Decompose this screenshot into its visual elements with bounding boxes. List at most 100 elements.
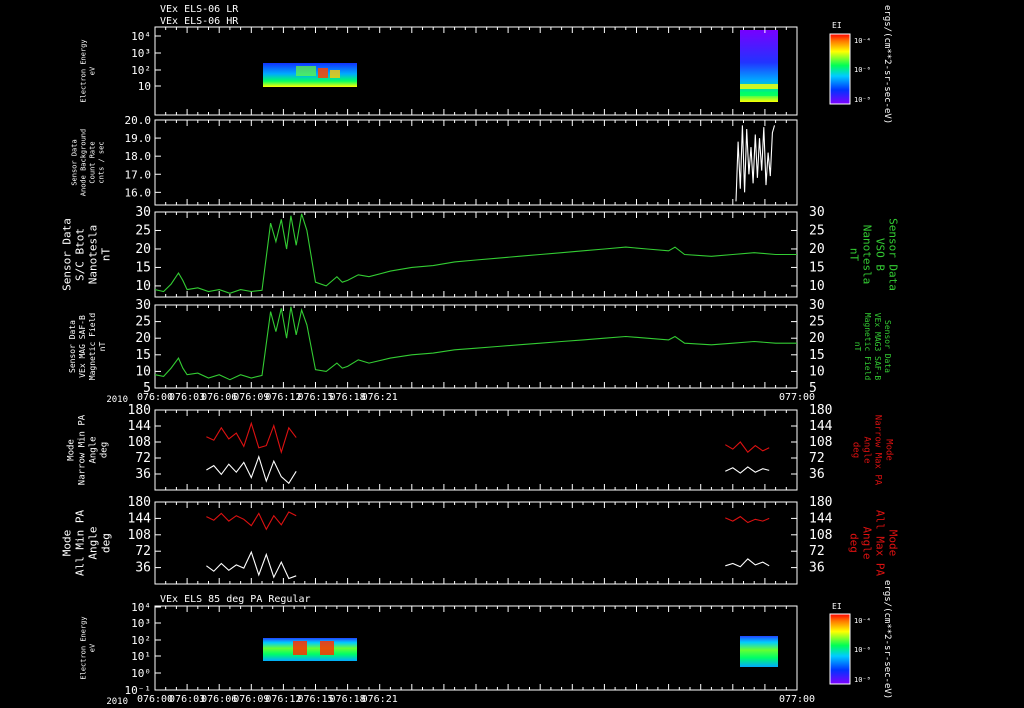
pa-all-ytick-right-label-1: 72 xyxy=(809,544,825,559)
bmag-sc-ylabel-line-2: Nanotesla xyxy=(87,225,100,285)
pa-all-ytick-right-label-4: 180 xyxy=(809,495,832,510)
x-tick-label-bottom-4: 076:12 xyxy=(265,694,301,705)
x-tick-label-bottom-7: 076:21 xyxy=(362,694,398,705)
bmag-saf-ytick-label-4: 25 xyxy=(135,315,151,330)
bmag-sc-ylabel-line-1: S/C Btot xyxy=(74,228,87,281)
colorbar-bottom-tick-1: 10⁻⁶ xyxy=(854,646,871,654)
pa-all-ylabel-right-line-0: Mode xyxy=(887,530,900,557)
electron-energy-bottom-ylabel-line-0: Electron Energy xyxy=(80,616,88,679)
pa-narrow-ytick-label-4: 180 xyxy=(128,403,151,418)
x-tick-label-mid-7: 076:21 xyxy=(362,392,398,403)
spectrogram-bottom-block-1 xyxy=(740,636,778,667)
pa-narrow-ylabel-right-line-3: deg xyxy=(851,442,861,458)
pa-narrow-ylabel-line-3: deg xyxy=(100,442,110,458)
pa-narrow-ytick-label-1: 72 xyxy=(135,451,151,466)
pa-all-series-0 xyxy=(206,511,297,531)
bmag-saf-ytick-label-2: 15 xyxy=(135,348,151,363)
colorbar-top-tick-0: 10⁻⁴ xyxy=(854,37,871,45)
bmag-saf-ylabel-line-1: VEx MAG SAF-B xyxy=(78,315,87,378)
pa-narrow-ytick-label-3: 144 xyxy=(128,419,152,434)
instrument-title-hr: VEx ELS-06 HR xyxy=(160,16,239,27)
electron-energy-top-frame xyxy=(154,26,798,116)
colorbar-top: EI 10⁻⁴ 10⁻⁶ 10⁻⁸ xyxy=(829,21,871,105)
bmag-sc-ylabel-right-line-0: Sensor Data xyxy=(887,218,900,291)
x-tick-label-bottom-5: 076:15 xyxy=(297,694,333,705)
anode-background-frame xyxy=(154,119,798,206)
x-tick-label-bottom-2: 076:06 xyxy=(201,694,237,705)
bmag-saf-ylabel-right-line-3: nT xyxy=(853,342,862,352)
bmag-saf-ylabel-line-2: Magnetic Field xyxy=(88,313,97,381)
anode-background-ytick-label-3: 19.0 xyxy=(125,132,152,145)
pa-all-ytick-label-1: 72 xyxy=(135,544,151,559)
bmag-saf-ytick-right-label-1: 10 xyxy=(809,364,825,379)
electron-energy-bottom-frame xyxy=(154,605,798,691)
x-tick-label-mid-8: 077:00 xyxy=(779,392,815,403)
x-tick-label-bottom-3: 076:09 xyxy=(233,694,269,705)
pa-all-series-2 xyxy=(725,515,770,524)
pa-all-ylabel-right-line-3: deg xyxy=(848,533,861,553)
pa-all-frame xyxy=(154,501,798,585)
pa-all-ytick-label-3: 144 xyxy=(128,511,152,526)
pa-narrow-ylabel-right-line-2: Angle xyxy=(862,436,872,463)
bmag-sc-ytick-label-1: 15 xyxy=(135,260,151,275)
year-label-bottom: 2010 xyxy=(106,697,128,707)
x-tick-label-bottom-6: 076:18 xyxy=(330,694,366,705)
electron-energy-bottom-ylabel-line-1: eV xyxy=(89,643,97,652)
bmag-saf-ytick-label-1: 10 xyxy=(135,364,151,379)
pa-narrow-series-3 xyxy=(725,466,770,474)
bmag-sc-ylabel-right-line-1: VSO B xyxy=(874,238,887,271)
x-tick-label-mid-4: 076:12 xyxy=(265,392,301,403)
bmag-sc-ytick-label-4: 30 xyxy=(135,205,151,220)
anode-background-ylabel-line-0: Sensor Data xyxy=(71,139,79,185)
colorbar-top-label: EI xyxy=(832,21,842,30)
bmag-sc-ytick-label-3: 25 xyxy=(135,223,151,238)
bmag-sc-series-0 xyxy=(154,213,797,294)
pa-narrow-ylabel-line-2: Angle xyxy=(89,436,99,463)
bmag-saf-ylabel-line-0: Sensor Data xyxy=(68,320,77,373)
bmag-sc-ylabel-line-3: nT xyxy=(100,248,113,262)
colorbar-bottom-label: EI xyxy=(832,602,842,611)
pa-all-ytick-right-label-0: 36 xyxy=(809,561,825,576)
anode-background-ytick-label-1: 17.0 xyxy=(125,168,152,181)
bmag-sc-ytick-label-2: 20 xyxy=(135,242,151,257)
bmag-sc-frame xyxy=(154,211,798,298)
anode-background-ytick-label-4: 20.0 xyxy=(125,114,152,127)
x-tick-label-mid-6: 076:18 xyxy=(330,392,366,403)
bmag-saf-ylabel-right-line-0: Sensor Data xyxy=(883,320,892,373)
electron-energy-top-ylabel-line-0: Electron Energy xyxy=(80,39,88,102)
spectrogram-bottom-blocks xyxy=(263,636,778,667)
bmag-saf-ytick-label-5: 30 xyxy=(135,298,151,313)
pa-all-ytick-label-0: 36 xyxy=(135,561,151,576)
pa-narrow-ytick-right-label-4: 180 xyxy=(809,403,832,418)
pa-all-ylabel-right-line-1: All Max PA xyxy=(874,510,887,577)
anode-background-ylabel-line-2: Count Rate xyxy=(89,141,97,183)
bmag-sc-ytick-right-label-0: 10 xyxy=(809,279,825,294)
pa-all-series-1 xyxy=(206,550,297,580)
pa-narrow-ytick-right-label-3: 144 xyxy=(809,419,833,434)
electron-energy-bottom-ytick-label-1: 10⁰ xyxy=(131,667,151,680)
x-tick-label-mid-3: 076:09 xyxy=(233,392,269,403)
bmag-sc-ylabel-line-0: Sensor Data xyxy=(61,218,74,291)
bmag-sc-ytick-right-label-3: 25 xyxy=(809,223,825,238)
pa-all-series-3 xyxy=(725,558,770,568)
bmag-saf-frame xyxy=(154,304,798,389)
x-tick-label-bottom-0: 076:00 xyxy=(137,694,173,705)
bmag-saf-ytick-right-label-5: 30 xyxy=(809,298,825,313)
colorbar-bottom-tick-2: 10⁻⁸ xyxy=(854,676,871,684)
x-tick-label-mid-5: 076:15 xyxy=(297,392,333,403)
instrument-title-lr: VEx ELS-06 LR xyxy=(160,4,239,15)
multi-panel-plot: VEx ELS-06 LR VEx ELS-06 HR VEx ELS 85 d… xyxy=(61,4,900,707)
electron-energy-bottom-ytick-label-2: 10¹ xyxy=(131,650,151,663)
pa-all-ylabel-right-line-2: Angle xyxy=(861,526,874,559)
colorbar-unit-top: ergs/(cm**2-sr-sec-eV) xyxy=(882,5,892,124)
year-label-mid: 2010 xyxy=(106,395,128,405)
bmag-saf-ytick-label-3: 20 xyxy=(135,331,151,346)
anode-background-ytick-label-0: 16.0 xyxy=(125,186,152,199)
pa-all-ylabel-line-2: Angle xyxy=(87,526,100,559)
bmag-saf-ytick-right-label-3: 20 xyxy=(809,331,825,346)
pa-all-ylabel-line-3: deg xyxy=(100,533,113,553)
electron-energy-top-ytick-label-2: 10³ xyxy=(131,47,151,60)
pa-narrow-ytick-label-0: 36 xyxy=(135,467,151,482)
colorbar-top-tick-1: 10⁻⁶ xyxy=(854,66,871,74)
bmag-saf-ytick-right-label-2: 15 xyxy=(809,348,825,363)
